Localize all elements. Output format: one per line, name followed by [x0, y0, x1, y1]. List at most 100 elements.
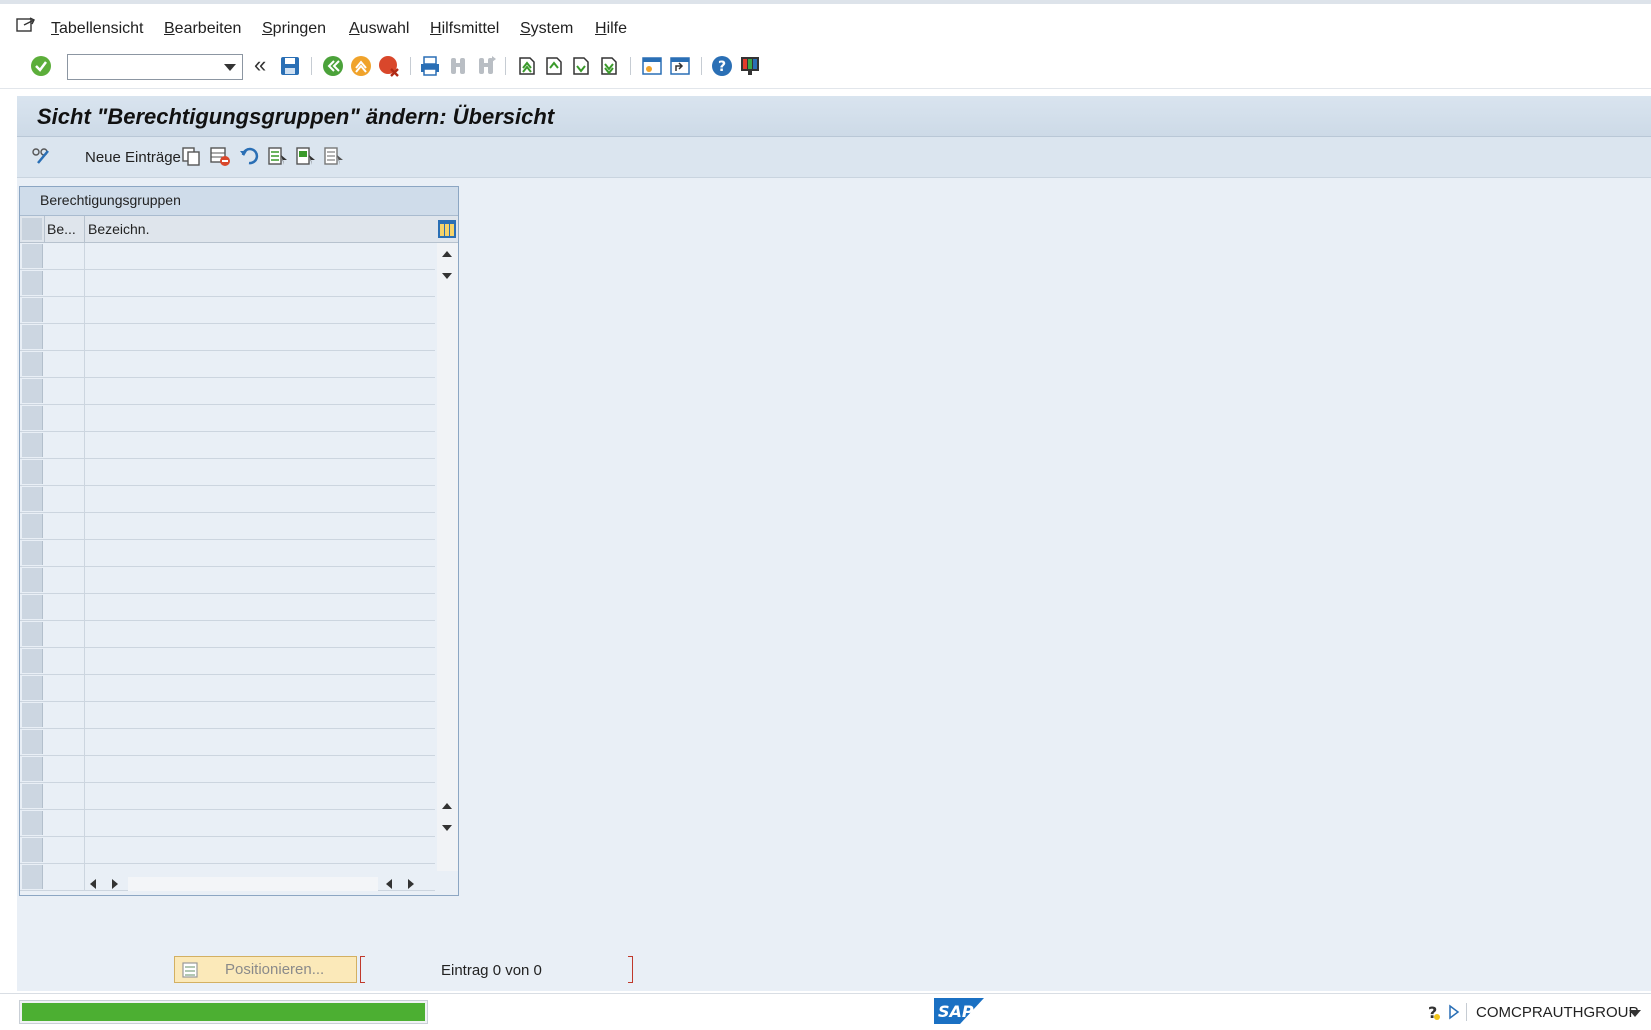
row-selector[interactable]	[22, 406, 43, 430]
cell-be[interactable]	[44, 621, 85, 647]
cell-be[interactable]	[44, 324, 85, 350]
position-button[interactable]: Positionieren...	[174, 956, 357, 983]
new-session-icon[interactable]	[640, 54, 664, 78]
cell-be[interactable]	[44, 648, 85, 674]
table-row[interactable]	[20, 756, 435, 783]
row-selector[interactable]	[22, 541, 43, 565]
row-selector[interactable]	[22, 757, 43, 781]
table-row[interactable]	[20, 540, 435, 567]
deselect-all-icon[interactable]	[323, 145, 345, 167]
table-row[interactable]	[20, 648, 435, 675]
scroll-up-icon[interactable]	[442, 251, 452, 257]
row-selector[interactable]	[22, 730, 43, 754]
scroll-down-icon[interactable]	[442, 273, 452, 279]
table-row[interactable]	[20, 783, 435, 810]
cell-be[interactable]	[44, 459, 85, 485]
select-block-icon[interactable]	[295, 145, 317, 167]
scroll-page-up-icon[interactable]	[442, 803, 452, 809]
new-entries-button[interactable]: Neue Einträge	[85, 149, 181, 166]
cell-be[interactable]	[44, 432, 85, 458]
cell-be[interactable]	[44, 378, 85, 404]
menu-system[interactable]: System	[520, 20, 573, 38]
status-message-field[interactable]	[19, 1000, 428, 1024]
row-selector[interactable]	[22, 487, 43, 511]
menu-icon[interactable]	[16, 16, 36, 34]
row-selector[interactable]	[22, 649, 43, 673]
row-selector[interactable]	[22, 352, 43, 376]
cell-bezeichnung[interactable]	[85, 405, 435, 431]
print-icon[interactable]	[418, 54, 442, 78]
system-dropdown-icon[interactable]	[1629, 1010, 1641, 1017]
table-row[interactable]	[20, 675, 435, 702]
cell-be[interactable]	[44, 783, 85, 809]
find-next-icon[interactable]	[474, 54, 498, 78]
cell-bezeichnung[interactable]	[85, 621, 435, 647]
edit-glasses-icon[interactable]	[30, 145, 52, 167]
cell-bezeichnung[interactable]	[85, 432, 435, 458]
table-row[interactable]	[20, 432, 435, 459]
cell-be[interactable]	[44, 567, 85, 593]
row-selector[interactable]	[22, 514, 43, 538]
table-row[interactable]	[20, 621, 435, 648]
cell-be[interactable]	[44, 243, 85, 269]
cell-be[interactable]	[44, 675, 85, 701]
table-row[interactable]	[20, 513, 435, 540]
cell-be[interactable]	[44, 540, 85, 566]
row-selector[interactable]	[22, 298, 43, 322]
table-row[interactable]	[20, 270, 435, 297]
enter-icon[interactable]	[29, 54, 53, 78]
row-selector[interactable]	[22, 595, 43, 619]
command-dropdown-icon[interactable]	[224, 64, 236, 71]
cell-be[interactable]	[44, 351, 85, 377]
select-all-rows-button[interactable]	[22, 218, 42, 240]
row-selector[interactable]	[22, 379, 43, 403]
scroll-right-icon[interactable]	[408, 879, 414, 889]
cell-bezeichnung[interactable]	[85, 243, 435, 269]
table-row[interactable]	[20, 243, 435, 270]
cell-bezeichnung[interactable]	[85, 540, 435, 566]
command-field[interactable]	[67, 54, 243, 80]
menu-tabellensicht[interactable]: Tabellensicht	[51, 20, 144, 38]
cell-be[interactable]	[44, 594, 85, 620]
cancel-icon[interactable]	[377, 54, 401, 78]
column-header-bezeichnung[interactable]: Bezeichn.	[88, 221, 149, 237]
undo-icon[interactable]	[238, 145, 260, 167]
row-selector[interactable]	[22, 784, 43, 808]
menu-hilfe[interactable]: Hilfe	[595, 20, 627, 38]
cell-be[interactable]	[44, 270, 85, 296]
cell-bezeichnung[interactable]	[85, 324, 435, 350]
table-row[interactable]	[20, 837, 435, 864]
select-all-icon[interactable]	[267, 145, 289, 167]
cell-bezeichnung[interactable]	[85, 702, 435, 728]
cell-bezeichnung[interactable]	[85, 837, 435, 863]
cell-bezeichnung[interactable]	[85, 783, 435, 809]
shortcut-icon[interactable]	[668, 54, 692, 78]
scroll-left-icon[interactable]	[90, 879, 96, 889]
double-chevron-icon[interactable]: «	[254, 52, 266, 78]
help-icon[interactable]: ?	[710, 54, 734, 78]
row-selector[interactable]	[22, 244, 43, 268]
table-row[interactable]	[20, 297, 435, 324]
scroll-right-icon[interactable]	[112, 879, 118, 889]
table-row[interactable]	[20, 324, 435, 351]
row-selector[interactable]	[22, 433, 43, 457]
cell-be[interactable]	[44, 702, 85, 728]
cell-bezeichnung[interactable]	[85, 513, 435, 539]
row-selector[interactable]	[22, 865, 43, 889]
vertical-scrollbar[interactable]	[437, 243, 458, 871]
cell-be[interactable]	[44, 810, 85, 836]
table-row[interactable]	[20, 729, 435, 756]
table-settings-icon[interactable]	[437, 219, 457, 239]
cell-bezeichnung[interactable]	[85, 675, 435, 701]
previous-page-icon[interactable]	[541, 54, 565, 78]
horizontal-scrollbar[interactable]	[86, 875, 438, 893]
column-header-be[interactable]: Be...	[47, 221, 76, 237]
copy-icon[interactable]	[180, 145, 202, 167]
cell-bezeichnung[interactable]	[85, 648, 435, 674]
scroll-left-icon[interactable]	[386, 879, 392, 889]
cell-bezeichnung[interactable]	[85, 756, 435, 782]
table-row[interactable]	[20, 702, 435, 729]
menu-springen[interactable]: Springen	[262, 20, 326, 38]
next-page-icon[interactable]	[568, 54, 592, 78]
table-row[interactable]	[20, 594, 435, 621]
